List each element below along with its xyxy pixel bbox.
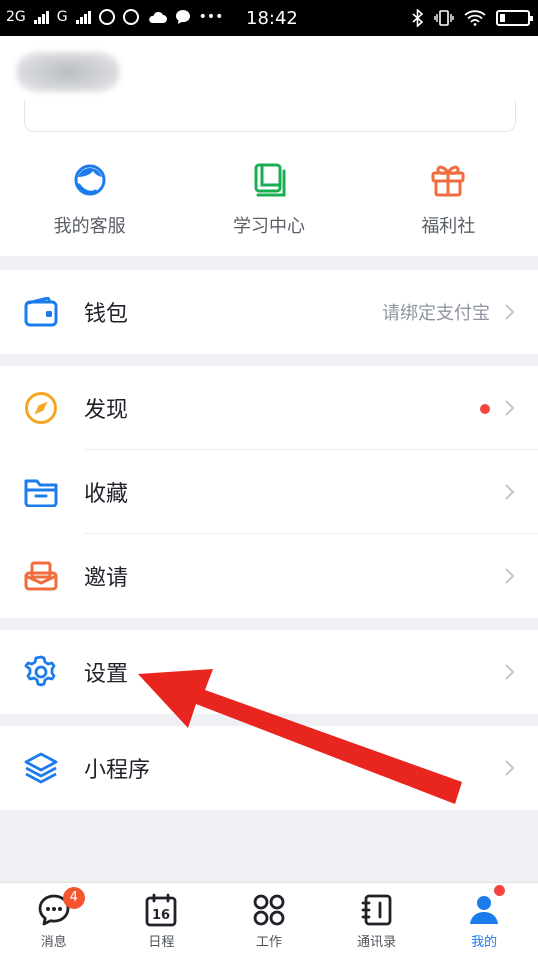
menu-item-settings[interactable]: 设置 <box>0 630 538 714</box>
message-icon <box>175 10 190 24</box>
blurred-username[interactable] <box>16 52 120 92</box>
tab-messages[interactable]: 4 消息 <box>9 883 99 959</box>
signal-icon <box>33 10 49 24</box>
menu-item-discover[interactable]: 发现 <box>0 366 538 450</box>
customer-service-icon <box>70 160 110 200</box>
wifi-icon <box>464 10 486 26</box>
gear-icon <box>24 655 58 689</box>
shortcut-label: 我的客服 <box>53 216 126 237</box>
book-icon <box>249 160 289 200</box>
chevron-right-icon <box>505 484 515 500</box>
tab-me[interactable]: 我的 <box>439 883 529 959</box>
vibrate-icon <box>434 10 454 26</box>
menu-item-label: 小程序 <box>84 758 151 783</box>
shortcut-learning-center[interactable]: 学习中心 <box>194 160 344 250</box>
wallet-icon <box>24 295 58 329</box>
status-right <box>412 9 533 27</box>
menu-item-label: 发现 <box>84 398 129 423</box>
tab-work[interactable]: 工作 <box>224 883 314 959</box>
shortcut-customer-service[interactable]: 我的客服 <box>15 160 165 250</box>
browser-notification-icon <box>122 9 139 25</box>
menu-item-label: 邀请 <box>84 566 129 591</box>
tab-label: 消息 <box>40 935 67 950</box>
tab-contacts[interactable]: 通讯录 <box>332 883 422 959</box>
status-time: 18:42 <box>246 8 298 29</box>
folder-icon <box>24 475 58 509</box>
shortcut-row: 我的客服 学习中心 福利社 <box>0 160 538 250</box>
invite-icon <box>24 559 58 593</box>
tab-label: 日程 <box>148 935 175 950</box>
shortcut-label: 学习中心 <box>232 216 305 237</box>
status-bar: 2G G ••• 18:42 <box>0 0 538 36</box>
avatar-icon <box>467 893 501 927</box>
chevron-right-icon <box>505 304 515 320</box>
profile-card-edge[interactable] <box>24 100 516 132</box>
menu-item-label: 设置 <box>84 662 129 687</box>
grid-icon <box>252 893 286 927</box>
network-label-2: G <box>56 9 68 25</box>
notification-dot <box>494 885 506 896</box>
calendar-icon: 16 <box>144 893 178 927</box>
menu-item-wallet[interactable]: 钱包 请绑定支付宝 <box>0 270 538 354</box>
contacts-icon <box>360 893 394 927</box>
layers-icon <box>24 751 58 785</box>
menu-item-favorites[interactable]: 收藏 <box>0 450 538 534</box>
bluetooth-icon <box>412 9 424 27</box>
settings-section: 设置 <box>0 630 538 714</box>
shortcut-label: 福利社 <box>421 216 476 237</box>
tab-label: 通讯录 <box>357 935 397 950</box>
menu-item-miniprogram[interactable]: 小程序 <box>0 726 538 810</box>
chevron-right-icon <box>505 400 515 416</box>
miniprogram-section: 小程序 <box>0 726 538 810</box>
features-section: 发现 收藏 邀请 <box>0 366 538 618</box>
bind-alipay-hint: 请绑定支付宝 <box>382 303 490 324</box>
tab-label: 我的 <box>471 935 498 950</box>
status-left: 2G G ••• <box>6 9 223 25</box>
signal-icon-2 <box>75 10 91 24</box>
battery-icon <box>496 10 533 26</box>
more-icon: ••• <box>198 9 224 25</box>
unread-badge: 4 <box>62 887 85 909</box>
gift-icon <box>428 160 468 200</box>
wallet-section: 钱包 请绑定支付宝 <box>0 270 538 354</box>
chevron-right-icon <box>505 760 515 776</box>
chevron-right-icon <box>505 664 515 680</box>
menu-item-label: 收藏 <box>84 482 129 507</box>
new-dot <box>480 404 490 414</box>
cloud-icon <box>148 11 167 23</box>
menu-item-invite[interactable]: 邀请 <box>0 534 538 618</box>
network-label: 2G <box>6 9 26 25</box>
tab-label: 工作 <box>255 935 282 950</box>
tab-calendar[interactable]: 16 日程 <box>116 883 206 959</box>
bottom-tab-bar: 4 消息 16 日程 工作 通讯录 我的 <box>0 882 538 959</box>
chevron-right-icon <box>505 568 515 584</box>
app-notification-icon <box>98 9 115 25</box>
shortcut-welfare[interactable]: 福利社 <box>373 160 523 250</box>
menu-item-label: 钱包 <box>84 302 129 327</box>
profile-header <box>0 36 538 108</box>
compass-icon <box>24 391 58 425</box>
calendar-day: 16 <box>152 908 170 923</box>
